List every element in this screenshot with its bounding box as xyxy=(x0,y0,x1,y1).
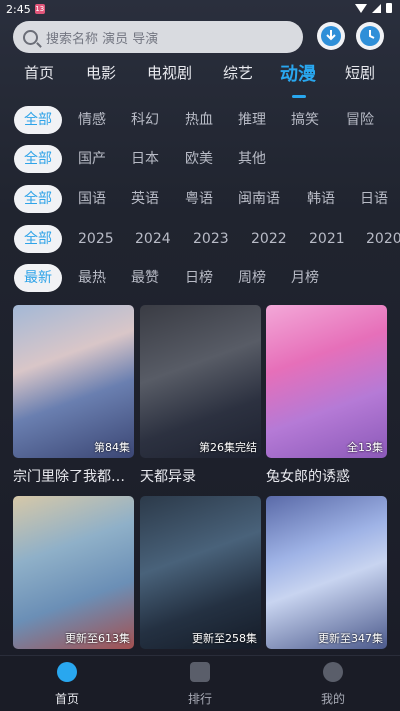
video-card[interactable]: 全13集 兔女郎的诱惑 xyxy=(266,305,387,486)
video-poster[interactable]: 更新至613集 xyxy=(13,496,134,649)
video-poster[interactable]: 第26集完结 xyxy=(140,305,261,458)
filter-chip-selected[interactable]: 全部 xyxy=(14,225,62,253)
filter-chip[interactable]: 2023 xyxy=(193,225,229,253)
filter-chip[interactable]: 2021 xyxy=(309,225,345,253)
video-poster[interactable]: 全13集 xyxy=(266,305,387,458)
filter-chip[interactable]: 韩语 xyxy=(307,185,335,213)
filter-row-sort: 最新 最热 最赞 日榜 周榜 月榜 xyxy=(0,264,400,294)
nav-ranking[interactable]: 排行 xyxy=(170,662,230,707)
category-tabs: 首页 电影 电视剧 综艺 动漫 短剧 xyxy=(0,62,400,94)
tab-movie[interactable]: 电影 xyxy=(86,62,116,83)
video-title[interactable]: 宗门里除了我都是卧底 xyxy=(13,466,134,486)
active-tab-indicator xyxy=(292,95,306,98)
tab-home[interactable]: 首页 xyxy=(24,62,54,83)
episode-label: 第84集 xyxy=(94,441,130,454)
nav-profile[interactable]: 我的 xyxy=(303,662,363,707)
status-indicators xyxy=(355,3,392,13)
filter-chip[interactable]: 2022 xyxy=(251,225,287,253)
episode-label: 更新至613集 xyxy=(65,632,130,645)
filter-chip-selected[interactable]: 最新 xyxy=(14,264,62,292)
video-card[interactable]: 更新至258集 xyxy=(140,496,261,649)
filter-chip[interactable]: 其他 xyxy=(238,145,266,173)
filter-chip-selected[interactable]: 全部 xyxy=(14,106,62,134)
search-placeholder: 搜索名称 演员 导演 xyxy=(46,31,159,47)
video-poster[interactable]: 更新至258集 xyxy=(140,496,261,649)
filter-chip[interactable]: 闽南语 xyxy=(238,185,280,213)
filter-chip[interactable]: 科幻 xyxy=(131,106,159,134)
wifi-icon xyxy=(355,3,367,13)
battery-icon xyxy=(386,3,392,13)
video-poster[interactable]: 更新至347集 xyxy=(266,496,387,649)
app-screen: 2:45 13 搜索名称 演员 导演 首页 电影 电视剧 综艺 动漫 短剧 全部… xyxy=(0,0,400,711)
nav-ranking-label: 排行 xyxy=(187,692,212,706)
filter-chip[interactable]: 冒险 xyxy=(346,106,374,134)
filter-chip[interactable]: 月榜 xyxy=(291,264,319,292)
filter-chip[interactable]: 搞笑 xyxy=(291,106,319,134)
episode-label: 更新至258集 xyxy=(192,632,257,645)
filter-chip[interactable]: 推理 xyxy=(238,106,266,134)
tab-short[interactable]: 短剧 xyxy=(345,62,375,83)
nav-home[interactable]: 首页 xyxy=(37,662,97,707)
filter-chip[interactable]: 2020 xyxy=(366,225,400,253)
filter-chip[interactable]: 粤语 xyxy=(185,185,213,213)
filter-chip[interactable]: 日本 xyxy=(131,145,159,173)
video-card[interactable]: 第84集 宗门里除了我都是卧底 xyxy=(13,305,134,486)
filter-chip-selected[interactable]: 全部 xyxy=(14,185,62,213)
video-card[interactable]: 更新至613集 xyxy=(13,496,134,649)
bottom-nav: 首页 排行 我的 xyxy=(0,655,400,711)
filter-chip[interactable]: 最热 xyxy=(78,264,106,292)
filter-chip-selected[interactable]: 全部 xyxy=(14,145,62,173)
tab-anime[interactable]: 动漫 xyxy=(280,60,316,86)
filter-chip[interactable]: 国语 xyxy=(78,185,106,213)
video-title[interactable]: 天都异录 xyxy=(140,466,261,486)
filter-chip[interactable]: 情感 xyxy=(78,106,106,134)
filter-chip[interactable]: 英语 xyxy=(131,185,159,213)
video-card[interactable]: 更新至347集 xyxy=(266,496,387,649)
nav-home-label: 首页 xyxy=(54,692,79,706)
filter-chip[interactable]: 2025 xyxy=(78,225,114,253)
filter-chip[interactable]: 日语 xyxy=(360,185,388,213)
filter-chip[interactable]: 日榜 xyxy=(185,264,213,292)
ranking-icon xyxy=(190,662,210,682)
nav-profile-label: 我的 xyxy=(320,692,345,706)
tab-variety[interactable]: 综艺 xyxy=(223,62,253,83)
history-button[interactable] xyxy=(356,22,384,50)
episode-label: 更新至347集 xyxy=(318,632,383,645)
filter-row-language: 全部 国语 英语 粤语 闽南语 韩语 日语 xyxy=(0,185,400,215)
home-icon xyxy=(57,662,77,682)
video-card[interactable]: 第26集完结 天都异录 xyxy=(140,305,261,486)
profile-icon xyxy=(323,662,343,682)
filter-chip[interactable]: 最赞 xyxy=(131,264,159,292)
filter-chip[interactable]: 国产 xyxy=(78,145,106,173)
filter-row-genre: 全部 情感 科幻 热血 推理 搞笑 冒险 xyxy=(0,106,400,136)
signal-icon xyxy=(372,3,381,13)
notification-icon: 13 xyxy=(34,4,45,14)
filter-chip[interactable]: 热血 xyxy=(185,106,213,134)
tab-tv[interactable]: 电视剧 xyxy=(147,62,192,83)
filter-row-year: 全部 2025 2024 2023 2022 2021 2020 xyxy=(0,225,400,255)
download-button[interactable] xyxy=(317,22,345,50)
episode-label: 全13集 xyxy=(347,441,383,454)
search-input[interactable]: 搜索名称 演员 导演 xyxy=(13,21,303,53)
status-time: 2:45 xyxy=(6,2,31,16)
video-poster[interactable]: 第84集 xyxy=(13,305,134,458)
status-bar: 2:45 13 xyxy=(0,0,400,18)
filter-chip[interactable]: 周榜 xyxy=(238,264,266,292)
filter-row-region: 全部 国产 日本 欧美 其他 xyxy=(0,145,400,175)
filter-chip[interactable]: 2024 xyxy=(135,225,171,253)
search-icon xyxy=(23,29,38,45)
video-title[interactable]: 兔女郎的诱惑 xyxy=(266,466,387,486)
history-icon xyxy=(360,26,380,46)
download-icon xyxy=(321,26,341,46)
episode-label: 第26集完结 xyxy=(199,441,257,454)
filter-chip[interactable]: 欧美 xyxy=(185,145,213,173)
